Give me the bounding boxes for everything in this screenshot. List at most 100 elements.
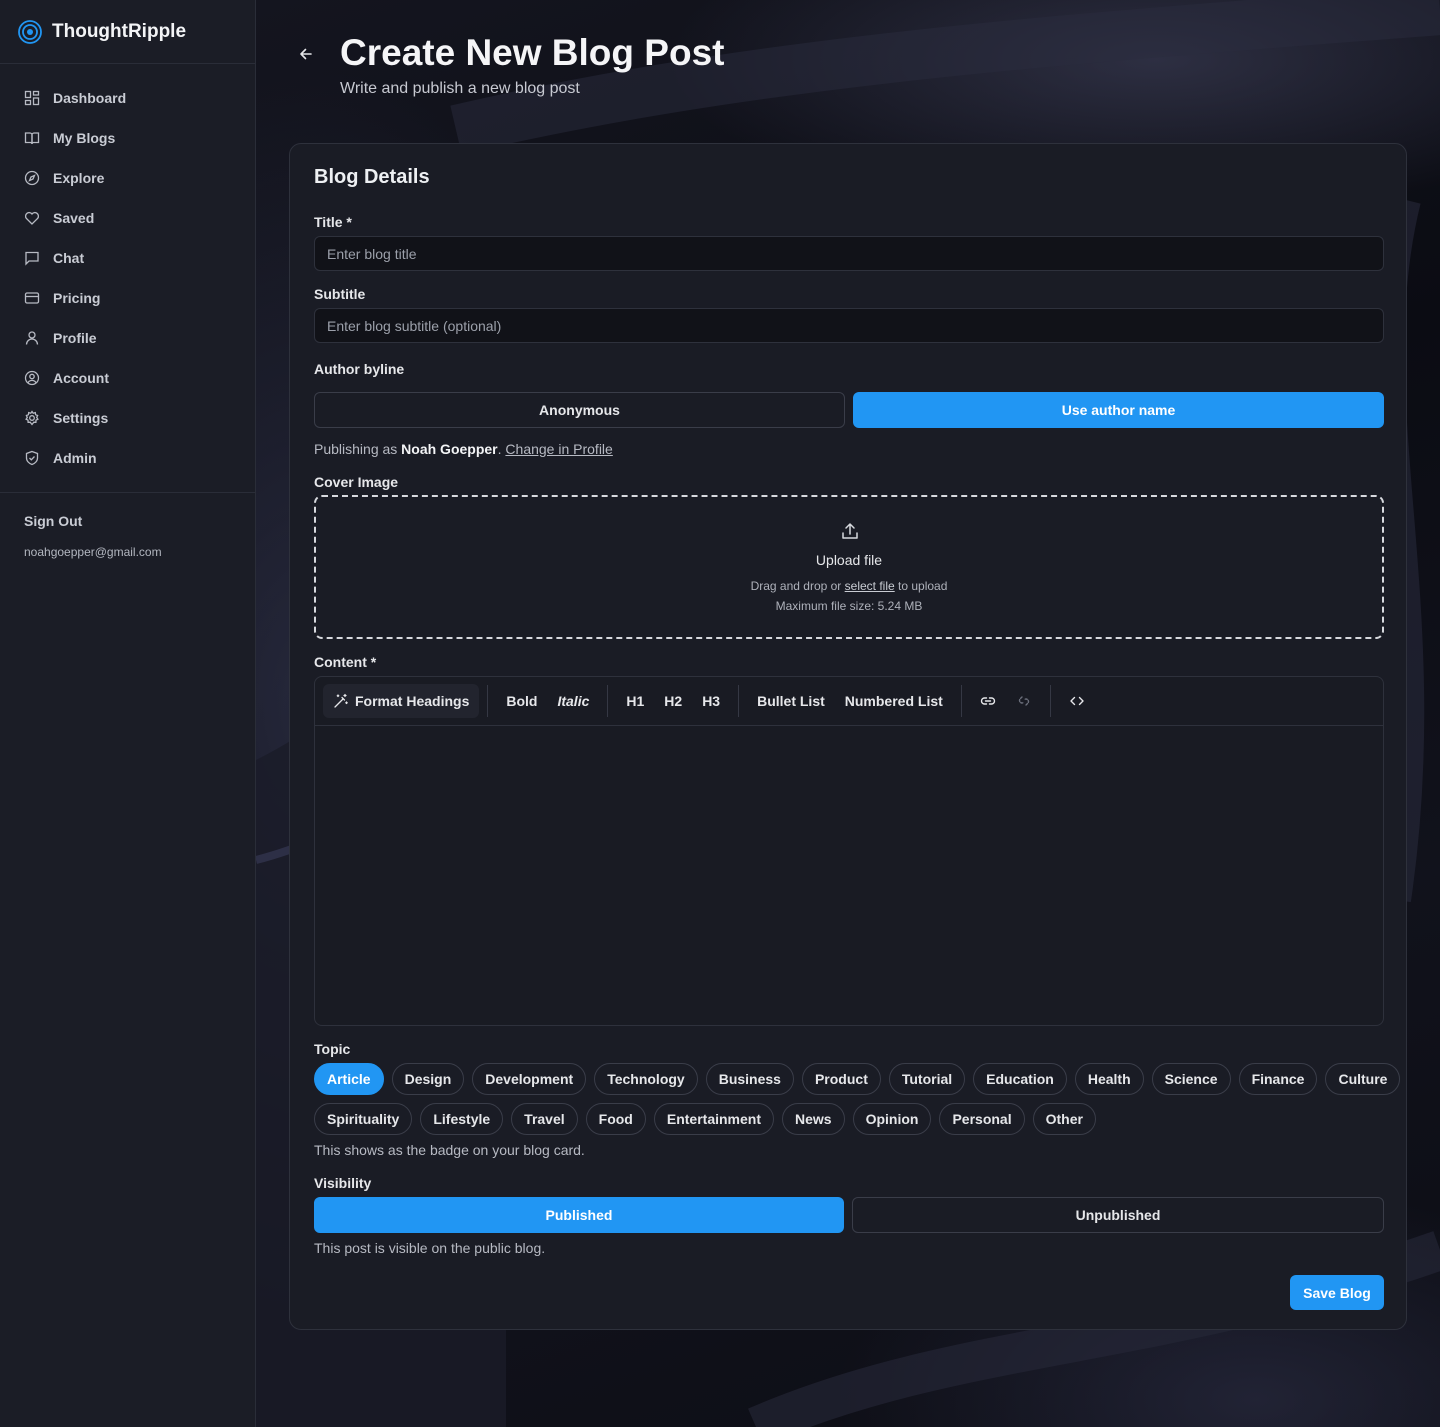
topic-chip-spirituality[interactable]: Spirituality <box>314 1103 413 1135</box>
editor-content-area[interactable] <box>315 726 1383 1026</box>
sidebar-item-label: Pricing <box>53 290 101 306</box>
sidebar-item-admin[interactable]: Admin <box>0 438 255 478</box>
topic-chip-travel[interactable]: Travel <box>511 1103 578 1135</box>
title-input[interactable] <box>314 236 1384 271</box>
topic-chips-row-1: Article Design Development Technology Bu… <box>314 1063 1401 1095</box>
topic-chip-entertainment[interactable]: Entertainment <box>653 1103 774 1135</box>
topic-chip-business[interactable]: Business <box>705 1063 794 1095</box>
topic-chips-row-2: Spirituality Lifestyle Travel Food Enter… <box>314 1103 1394 1135</box>
topic-chip-development[interactable]: Development <box>472 1063 587 1095</box>
topic-chip-science[interactable]: Science <box>1151 1063 1231 1095</box>
sidebar-item-label: Account <box>53 370 109 386</box>
topic-help-text: This shows as the badge on your blog car… <box>314 1142 585 1158</box>
upload-max-size: Maximum file size: 5.24 MB <box>775 599 923 613</box>
title-label: Title * <box>314 214 352 230</box>
byline-anonymous-button[interactable]: Anonymous <box>314 392 845 428</box>
link-button[interactable] <box>970 684 1006 718</box>
credit-card-icon <box>24 292 40 304</box>
subtitle-input[interactable] <box>314 308 1384 343</box>
topic-chip-culture[interactable]: Culture <box>1325 1063 1401 1095</box>
upload-suffix-text: to upload <box>898 579 948 593</box>
toolbar-separator <box>1049 685 1051 717</box>
sidebar-item-label: Settings <box>53 410 109 426</box>
magic-wand-icon <box>334 693 348 708</box>
cover-image-dropzone[interactable]: Upload file Drag and drop or select file… <box>314 495 1384 639</box>
sidebar-nav: Dashboard My Blogs Explore Saved Chat Pr… <box>0 64 255 478</box>
topic-chip-news[interactable]: News <box>782 1103 845 1135</box>
sidebar-item-saved[interactable]: Saved <box>0 198 255 238</box>
topic-chip-product[interactable]: Product <box>801 1063 881 1095</box>
chat-icon <box>25 251 39 266</box>
bold-button[interactable]: Bold <box>496 684 547 718</box>
visibility-unpublished-button[interactable]: Unpublished <box>852 1197 1384 1233</box>
brand[interactable]: ThoughtRipple <box>0 0 255 64</box>
topic-chip-personal[interactable]: Personal <box>939 1103 1025 1135</box>
topic-chip-article[interactable]: Article <box>314 1063 384 1095</box>
editor-toolbar: Format Headings Bold Italic H1 H2 H3 Bul… <box>315 677 1383 726</box>
italic-button[interactable]: Italic <box>547 684 599 718</box>
change-in-profile-link[interactable]: Change in Profile <box>505 441 612 457</box>
select-file-link[interactable]: select file <box>845 579 895 593</box>
format-headings-button[interactable]: Format Headings <box>323 684 480 718</box>
sidebar: ThoughtRipple Dashboard My Blogs Explore… <box>0 0 256 1427</box>
h1-button[interactable]: H1 <box>616 684 654 718</box>
toolbar-separator <box>960 685 962 717</box>
topic-chip-food[interactable]: Food <box>585 1103 646 1135</box>
save-blog-button[interactable]: Save Blog <box>1290 1275 1384 1310</box>
content-editor: Format Headings Bold Italic H1 H2 H3 Bul… <box>314 676 1384 1026</box>
topic-chip-education[interactable]: Education <box>973 1063 1067 1095</box>
upload-instructions: Drag and drop or select file to upload <box>316 579 1382 593</box>
sidebar-item-chat[interactable]: Chat <box>0 238 255 278</box>
sign-out-button[interactable]: Sign Out <box>0 493 255 529</box>
page-subtitle: Write and publish a new blog post <box>340 80 580 97</box>
numbered-list-button[interactable]: Numbered List <box>835 684 953 718</box>
visibility-help-text: This post is visible on the public blog. <box>314 1240 546 1256</box>
user-email: noahgoepper@gmail.com <box>24 545 162 559</box>
sidebar-item-settings[interactable]: Settings <box>0 398 255 438</box>
unlink-button[interactable] <box>1006 684 1042 718</box>
card-title: Blog Details <box>314 166 430 188</box>
h2-button[interactable]: H2 <box>654 684 692 718</box>
book-icon <box>24 132 40 145</box>
dashboard-icon <box>24 90 40 106</box>
code-view-button[interactable] <box>1059 684 1095 718</box>
shield-icon <box>25 450 39 466</box>
topic-chip-finance[interactable]: Finance <box>1238 1063 1318 1095</box>
sidebar-item-profile[interactable]: Profile <box>0 318 255 358</box>
toolbar-separator <box>738 685 740 717</box>
topic-chip-design[interactable]: Design <box>391 1063 465 1095</box>
sidebar-item-label: Explore <box>53 170 105 186</box>
blog-details-card: Blog Details Title * Subtitle Author byl… <box>289 143 1407 1330</box>
author-name: Noah Goepper <box>401 441 498 457</box>
bullet-list-button[interactable]: Bullet List <box>747 684 835 718</box>
h3-button[interactable]: H3 <box>692 684 730 718</box>
topic-label: Topic <box>314 1041 351 1057</box>
visibility-published-button[interactable]: Published <box>314 1197 844 1233</box>
code-icon <box>1070 696 1084 706</box>
topic-chip-health[interactable]: Health <box>1074 1063 1144 1095</box>
heart-icon <box>24 211 40 225</box>
topic-chip-opinion[interactable]: Opinion <box>852 1103 932 1135</box>
sidebar-item-explore[interactable]: Explore <box>0 158 255 198</box>
sidebar-item-my-blogs[interactable]: My Blogs <box>0 118 255 158</box>
byline-label: Author byline <box>314 361 405 377</box>
topic-chip-lifestyle[interactable]: Lifestyle <box>420 1103 504 1135</box>
user-icon <box>25 331 39 345</box>
compass-icon <box>24 170 40 186</box>
upload-drag-text: Drag and drop or <box>750 579 842 593</box>
topic-chip-tutorial[interactable]: Tutorial <box>888 1063 966 1095</box>
topic-chip-other[interactable]: Other <box>1032 1103 1096 1135</box>
upload-icon <box>842 523 858 539</box>
unlink-icon <box>1018 696 1029 706</box>
publishing-as-text: Publishing as Noah Goepper. Change in Pr… <box>314 441 613 457</box>
publishing-prefix: Publishing as <box>314 441 398 457</box>
sidebar-item-dashboard[interactable]: Dashboard <box>0 78 255 118</box>
back-arrow-icon[interactable] <box>296 44 316 64</box>
byline-author-name-button[interactable]: Use author name <box>853 392 1384 428</box>
sidebar-item-pricing[interactable]: Pricing <box>0 278 255 318</box>
topic-chip-technology[interactable]: Technology <box>594 1063 698 1095</box>
period: . <box>497 441 502 457</box>
sidebar-item-account[interactable]: Account <box>0 358 255 398</box>
sidebar-item-label: Saved <box>53 210 95 226</box>
cover-image-label: Cover Image <box>314 474 399 490</box>
